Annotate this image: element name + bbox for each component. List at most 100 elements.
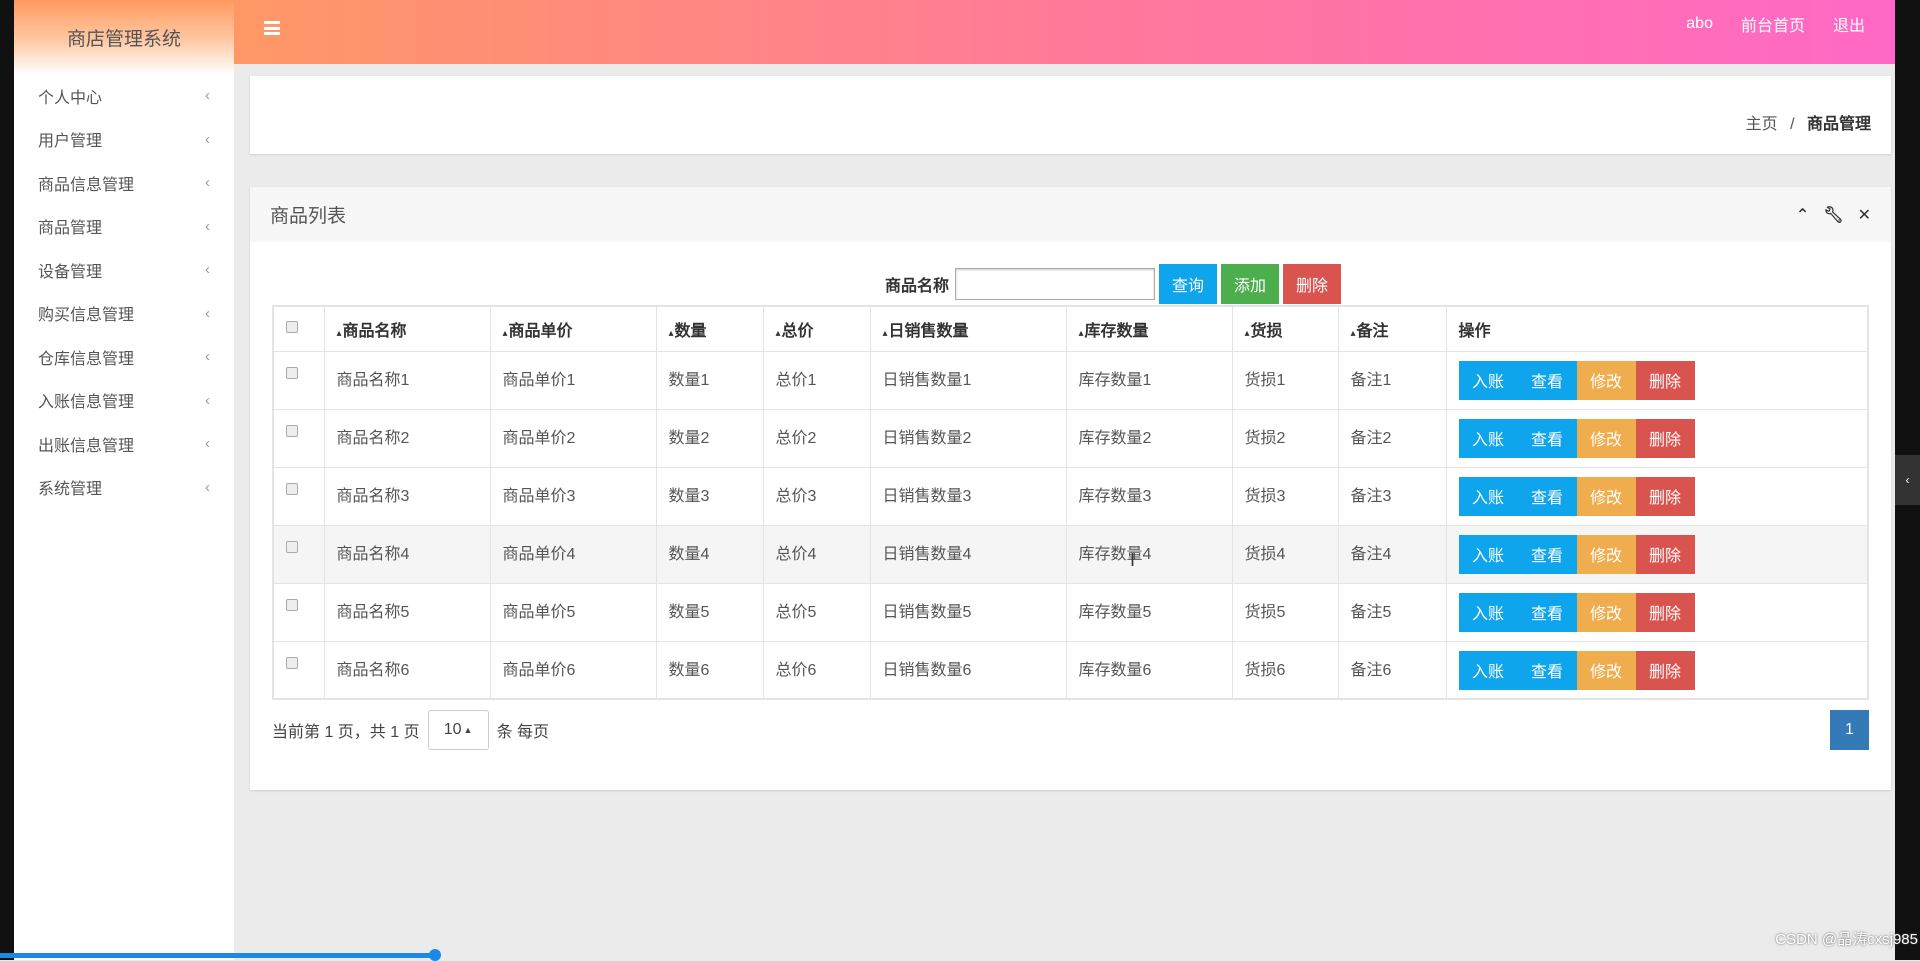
column-header[interactable]: ▴︎总价	[762, 305, 871, 352]
entry-button[interactable]: 入账	[1458, 650, 1518, 690]
sidebar-item-label: 系统管理	[38, 481, 103, 499]
sidebar-item[interactable]: 用户管理 ‹	[14, 118, 234, 162]
column-header[interactable]: ▴︎库存数量	[1065, 305, 1233, 352]
table-cell: 备注2	[1337, 408, 1447, 468]
page-button-1[interactable]: 1	[1830, 710, 1869, 750]
row-select-cell	[272, 466, 325, 526]
delete-button[interactable]: 删除	[1635, 476, 1695, 516]
video-progress-bar[interactable]	[0, 949, 441, 961]
table-cell: 库存数量1	[1065, 350, 1233, 410]
column-header[interactable]: ▴︎货损	[1231, 305, 1339, 352]
view-button[interactable]: 查看	[1517, 534, 1577, 574]
delete-button[interactable]: 删除	[1635, 418, 1695, 458]
sidebar-item[interactable]: 购买信息管理 ‹	[14, 292, 234, 336]
sidebar-item-label: 商品信息管理	[38, 176, 135, 194]
table-cell: 日销售数量5	[869, 582, 1067, 642]
delete-button[interactable]: 删除	[1635, 534, 1695, 574]
edit-button[interactable]: 修改	[1576, 534, 1636, 574]
chevron-left-icon: ‹	[205, 217, 210, 235]
entry-button[interactable]: 入账	[1458, 418, 1518, 458]
column-header[interactable]: ▴︎数量	[655, 305, 764, 352]
column-header[interactable]: ▴︎商品名称	[323, 305, 491, 352]
edit-button[interactable]: 修改	[1576, 360, 1636, 400]
view-button[interactable]: 查看	[1517, 650, 1577, 690]
page-size-select[interactable]: 10 ▲	[427, 710, 489, 750]
sidebar-item[interactable]: 设备管理 ‹	[14, 248, 234, 292]
close-icon[interactable]: ✕	[1858, 205, 1871, 225]
query-button[interactable]: 查询	[1159, 264, 1218, 304]
entry-button[interactable]: 入账	[1458, 360, 1518, 400]
edit-button[interactable]: 修改	[1576, 476, 1636, 516]
username-link[interactable]: abo	[1686, 15, 1713, 33]
table-row: 商品名称5 商品单价5 数量5 总价5 日销售数量5 库存数量5 货损5 备注5 入账 查看 …	[272, 582, 1869, 642]
pagination-info: 当前第 1 页，共 1 页 10 ▲ 条 每页	[272, 710, 549, 750]
table-cell: 备注6	[1337, 640, 1447, 700]
view-button[interactable]: 查看	[1517, 592, 1577, 632]
table-cell: 商品名称5	[323, 582, 491, 642]
chevron-left-icon: ‹	[205, 435, 210, 453]
entry-button[interactable]: 入账	[1458, 534, 1518, 574]
product-name-input[interactable]	[955, 268, 1156, 300]
sidebar-nav: 个人中心 ‹ 用户管理 ‹ 商品信息管理 ‹ 商品管理 ‹ 设备管理 ‹ 购买信息管理 ‹ 仓库信息管理…	[14, 74, 234, 509]
sidebar-item[interactable]: 个人中心 ‹	[14, 74, 234, 118]
sidebar-item[interactable]: 出账信息管理 ‹	[14, 422, 234, 466]
sort-icon: ▴︎	[668, 327, 674, 339]
column-header[interactable]: ▴︎备注	[1337, 305, 1447, 352]
hamburger-menu-icon[interactable]	[264, 21, 280, 35]
add-button[interactable]: 添加	[1221, 264, 1280, 304]
row-checkbox[interactable]	[286, 540, 298, 553]
logout-link[interactable]: 退出	[1833, 12, 1865, 36]
delete-button[interactable]: 删除	[1635, 650, 1695, 690]
chevron-left-icon: ‹	[205, 348, 210, 366]
column-header-label: 商品名称	[342, 322, 407, 340]
table-cell: 商品单价2	[489, 408, 657, 468]
row-select-cell	[272, 640, 325, 700]
table-cell: 库存数量3	[1065, 466, 1233, 526]
table-cell: 日销售数量1	[869, 350, 1067, 410]
sort-icon: ▴︎	[1078, 327, 1084, 339]
row-checkbox[interactable]	[286, 424, 298, 437]
sort-icon: ▴︎	[336, 327, 342, 339]
delete-button[interactable]: 删除	[1635, 592, 1695, 632]
row-checkbox[interactable]	[286, 598, 298, 611]
column-header[interactable]: ▴︎商品单价	[489, 305, 657, 352]
entry-button[interactable]: 入账	[1458, 476, 1518, 516]
sidebar-item[interactable]: 系统管理 ‹	[14, 466, 234, 510]
batch-delete-button[interactable]: 删除	[1283, 264, 1342, 304]
column-header[interactable]: ▴︎日销售数量	[869, 305, 1067, 352]
wrench-icon[interactable]: 🔧︎	[1823, 205, 1843, 225]
table-cell: 商品单价1	[489, 350, 657, 410]
frontend-home-link[interactable]: 前台首页	[1741, 12, 1805, 36]
caret-up-icon: ▲	[463, 725, 473, 735]
sidebar-item[interactable]: 仓库信息管理 ‹	[14, 335, 234, 379]
table-cell: 商品名称4	[323, 524, 491, 584]
row-checkbox[interactable]	[286, 482, 298, 495]
page-size-value: 10	[443, 721, 462, 738]
sort-icon: ▴︎	[1244, 327, 1250, 339]
select-all-checkbox[interactable]	[286, 320, 298, 333]
view-button[interactable]: 查看	[1517, 476, 1577, 516]
column-header-label: 备注	[1356, 322, 1389, 340]
sidebar-item[interactable]: 商品管理 ‹	[14, 205, 234, 249]
chevron-left-icon: ‹	[205, 391, 210, 409]
edit-button[interactable]: 修改	[1576, 592, 1636, 632]
table-cell: 数量4	[655, 524, 764, 584]
action-cell: 入账 查看 修改 删除	[1445, 350, 1869, 410]
entry-button[interactable]: 入账	[1458, 592, 1518, 632]
view-button[interactable]: 查看	[1517, 360, 1577, 400]
row-checkbox[interactable]	[286, 656, 298, 669]
view-button[interactable]: 查看	[1517, 418, 1577, 458]
collapse-icon[interactable]: ⌃	[1796, 205, 1809, 225]
sidebar-item[interactable]: 商品信息管理 ‹	[14, 161, 234, 205]
row-checkbox[interactable]	[286, 366, 298, 379]
table-cell: 日销售数量3	[869, 466, 1067, 526]
chevron-left-icon: ‹	[205, 174, 210, 192]
breadcrumb-home[interactable]: 主页	[1746, 116, 1778, 133]
sidebar-item[interactable]: 入账信息管理 ‹	[14, 379, 234, 423]
delete-button[interactable]: 删除	[1635, 360, 1695, 400]
edit-button[interactable]: 修改	[1576, 418, 1636, 458]
sidebar-item-label: 设备管理	[38, 263, 103, 281]
table-cell: 商品名称1	[323, 350, 491, 410]
side-drawer-toggle[interactable]: ‹	[1895, 455, 1920, 505]
edit-button[interactable]: 修改	[1576, 650, 1636, 690]
